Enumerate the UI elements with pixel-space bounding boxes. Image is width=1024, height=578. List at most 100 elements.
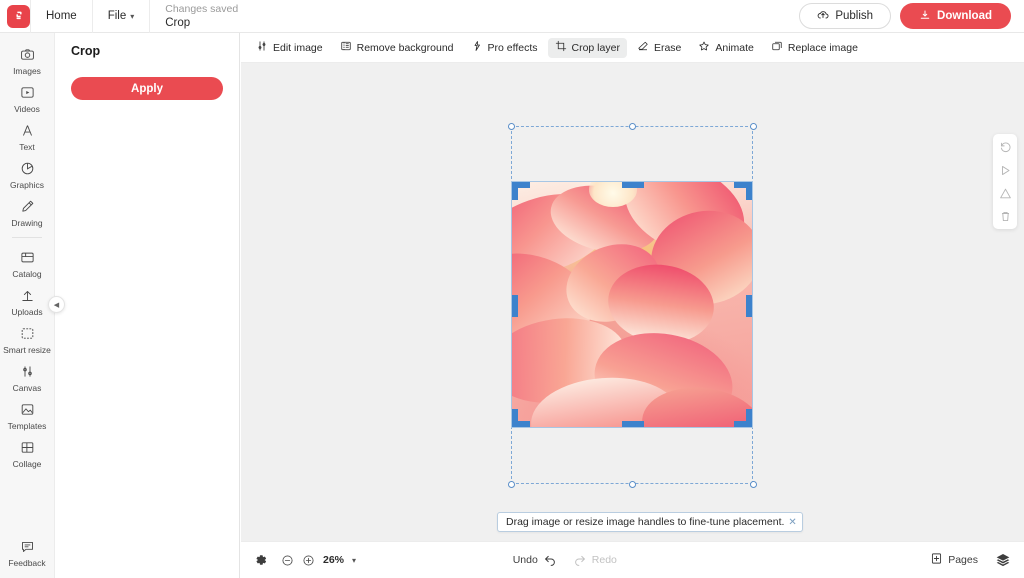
crop-selection[interactable] <box>511 181 753 428</box>
tool-label: Animate <box>715 42 754 54</box>
shutterstock-logo-icon[interactable] <box>7 5 30 28</box>
undo-button[interactable]: Undo <box>513 552 557 569</box>
bottom-left-group: 26% ▾ <box>254 553 356 567</box>
zoom-in-icon[interactable] <box>302 554 315 567</box>
crop-handle-top-left-v[interactable] <box>512 182 518 200</box>
apply-label: Apply <box>131 83 163 95</box>
bottom-right-group: Pages <box>930 552 1011 568</box>
sidebar-item-templates[interactable]: Templates <box>0 396 55 434</box>
bounds-handle-top-center[interactable] <box>629 123 636 130</box>
download-label: Download <box>937 10 992 22</box>
document-title: Crop <box>165 16 238 30</box>
bounds-handle-top-left[interactable] <box>508 123 515 130</box>
image-editor-app: Home File ▾ Changes saved Crop Publish D… <box>0 0 1024 578</box>
sidebar-item-text[interactable]: Text <box>0 117 55 155</box>
bounds-handle-bottom-right[interactable] <box>750 481 757 488</box>
save-status-text: Changes saved <box>165 2 238 16</box>
save-status: Changes saved Crop <box>150 0 238 33</box>
canvas-sliders-icon <box>20 363 35 380</box>
tool-remove-background[interactable]: Remove background <box>333 38 461 58</box>
crop-handle-bottom-center[interactable] <box>622 421 644 427</box>
sidebar-item-images[interactable]: Images <box>0 41 55 79</box>
close-x-icon[interactable]: ✕ <box>788 517 796 528</box>
trash-icon[interactable] <box>997 208 1013 224</box>
tool-replace-image[interactable]: Replace image <box>764 38 865 58</box>
zoom-out-icon[interactable] <box>281 554 294 567</box>
home-button[interactable]: Home <box>31 0 92 33</box>
smart-resize-icon <box>20 325 35 342</box>
sidebar-collapse-button[interactable]: ◀ <box>48 296 65 313</box>
upload-arrow-icon <box>20 287 35 304</box>
sidebar-item-collage[interactable]: Collage <box>0 434 55 472</box>
speech-bubble-icon <box>20 538 35 555</box>
sparkle-icon <box>471 40 483 55</box>
gear-icon[interactable] <box>254 553 268 567</box>
crop-handle-bottom-left-v[interactable] <box>512 409 518 427</box>
sidebar-item-label: Drawing <box>11 218 42 228</box>
tool-edit-image[interactable]: Edit image <box>249 38 330 58</box>
sidebar-item-drawing[interactable]: Drawing <box>0 193 55 231</box>
bounds-handle-top-right[interactable] <box>750 123 757 130</box>
crop-handle-top-right-v[interactable] <box>746 182 752 200</box>
tooltip-message: Drag image or resize image handles to fi… <box>506 516 784 528</box>
tool-erase[interactable]: Erase <box>630 38 688 58</box>
tool-label: Replace image <box>788 42 858 54</box>
crop-handle-bottom-right-v[interactable] <box>746 409 752 427</box>
tool-label: Remove background <box>357 42 454 54</box>
pages-button[interactable]: Pages <box>930 552 978 568</box>
download-button[interactable]: Download <box>900 3 1011 29</box>
eraser-icon <box>637 40 649 55</box>
layers-icon[interactable] <box>995 552 1011 568</box>
bounds-handle-bottom-center[interactable] <box>629 481 636 488</box>
header-actions: Publish Download <box>799 3 1024 29</box>
sidebar-item-feedback[interactable]: Feedback <box>0 533 55 578</box>
zoom-chevron-down-icon[interactable]: ▾ <box>352 556 356 565</box>
zoom-level-value[interactable]: 26% <box>323 554 344 566</box>
tool-label: Crop layer <box>572 42 620 54</box>
sidebar-item-canvas[interactable]: Canvas <box>0 358 55 396</box>
sidebar-item-label: Collage <box>13 459 42 469</box>
catalog-book-icon <box>20 249 35 266</box>
tool-pro-effects[interactable]: Pro effects <box>464 38 545 58</box>
tool-label: Edit image <box>273 42 323 54</box>
publish-label: Publish <box>835 10 873 22</box>
apply-button[interactable]: Apply <box>71 77 223 100</box>
file-menu-button[interactable]: File ▾ <box>93 0 150 33</box>
crop-handle-middle-left[interactable] <box>512 295 518 317</box>
top-header: Home File ▾ Changes saved Crop Publish D… <box>0 0 1024 33</box>
sidebar-item-uploads[interactable]: Uploads <box>0 282 55 320</box>
pages-label: Pages <box>948 554 978 566</box>
sidebar-item-videos[interactable]: Videos <box>0 79 55 117</box>
redo-button[interactable]: Redo <box>573 552 617 569</box>
sidebar-item-label: Images <box>13 66 41 76</box>
rose-petals-image <box>512 182 752 427</box>
crop-handle-middle-right[interactable] <box>746 295 752 317</box>
object-quick-tools <box>993 134 1017 229</box>
redo-label: Redo <box>592 554 617 566</box>
bounds-handle-bottom-left[interactable] <box>508 481 515 488</box>
flip-play-icon[interactable] <box>997 162 1013 178</box>
video-play-icon <box>20 84 35 101</box>
sidebar-item-label: Graphics <box>10 180 44 190</box>
replace-image-icon <box>771 40 783 55</box>
sidebar-item-catalog[interactable]: Catalog <box>0 244 55 282</box>
publish-button[interactable]: Publish <box>799 3 891 29</box>
sidebar-item-smart-resize[interactable]: Smart resize <box>0 320 55 358</box>
sidebar-item-label: Uploads <box>11 307 42 317</box>
sidebar-item-label: Videos <box>14 104 40 114</box>
editor-canvas[interactable] <box>241 63 1024 541</box>
remove-bg-icon <box>340 40 352 55</box>
download-icon <box>919 9 931 24</box>
sidebar-item-graphics[interactable]: Graphics <box>0 155 55 193</box>
tool-crop-layer[interactable]: Crop layer <box>548 38 627 58</box>
tool-animate[interactable]: Animate <box>691 38 761 58</box>
undo-arrow-icon <box>543 552 557 569</box>
warning-triangle-icon[interactable] <box>997 185 1013 201</box>
rotate-reset-icon[interactable] <box>997 139 1013 155</box>
crop-panel: Crop Apply <box>55 33 240 578</box>
undo-label: Undo <box>513 554 538 566</box>
left-sidebar: Images Videos Text Graphics Drawing <box>0 33 55 578</box>
crop-handle-top-center[interactable] <box>622 182 644 188</box>
sidebar-item-label: Text <box>19 142 35 152</box>
sliders-icon <box>256 40 268 55</box>
